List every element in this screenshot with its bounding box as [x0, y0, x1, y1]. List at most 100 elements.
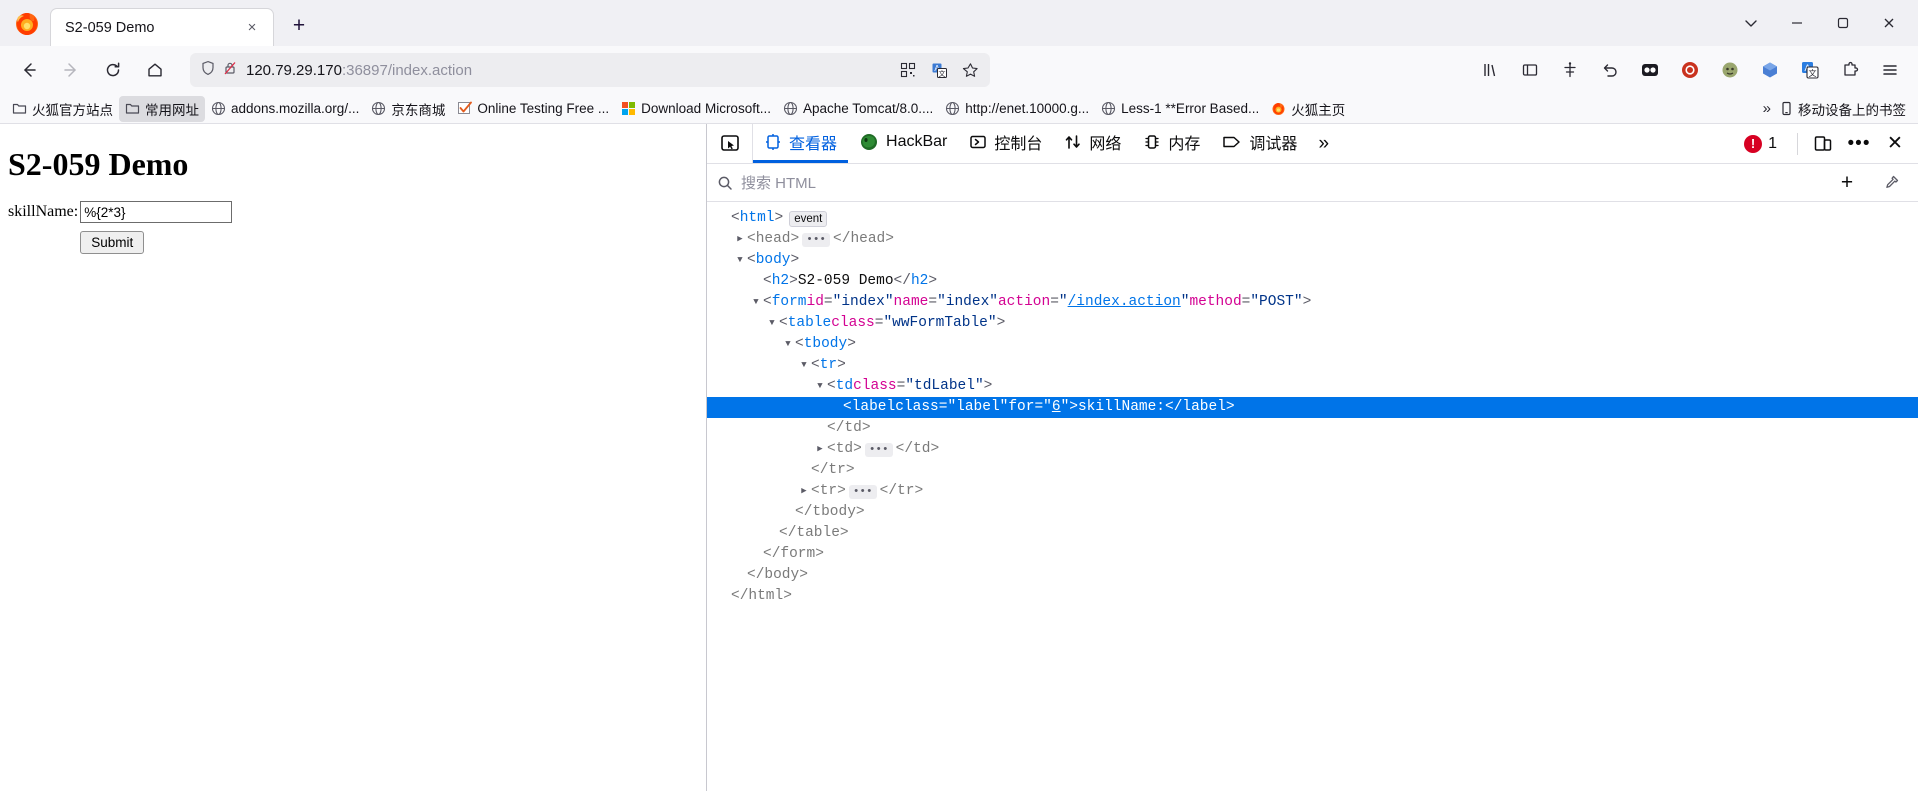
add-new-node-icon[interactable]: + — [1830, 166, 1864, 200]
twisty-collapsed-icon[interactable]: ▶ — [797, 481, 811, 502]
back-button-icon[interactable] — [12, 53, 46, 87]
tab-hackbar[interactable]: HackBar — [848, 124, 958, 163]
dom-node[interactable]: ▼ < form id = "index" name = "index" action = "/… — [707, 292, 1918, 313]
tab-memory-label: 内存 — [1168, 136, 1201, 153]
submit-button[interactable]: Submit — [80, 231, 145, 254]
bookmark-item[interactable]: 京东商城 — [365, 96, 451, 122]
extensions-icon[interactable] — [1833, 53, 1867, 87]
translate2-icon[interactable]: A文 — [1793, 53, 1827, 87]
dom-node-selected[interactable]: < label class = "label" for = "6" > skillName: <… — [707, 397, 1918, 418]
bookmark-item[interactable]: 火狐官方站点 — [6, 96, 119, 122]
shield-icon[interactable] — [200, 60, 216, 81]
container-icon[interactable] — [1553, 53, 1587, 87]
dom-node[interactable]: ▼ < td class = "tdLabel" > — [707, 376, 1918, 397]
adblock-icon[interactable] — [1673, 53, 1707, 87]
globe-icon — [211, 101, 226, 116]
tab-network-label: 网络 — [1089, 136, 1122, 153]
list-all-tabs-icon[interactable] — [1728, 2, 1774, 44]
dom-search-input[interactable]: 搜索 HTML — [741, 172, 1822, 193]
translate-icon[interactable]: A文 — [925, 56, 953, 84]
tab-debugger[interactable]: 调试器 — [1211, 124, 1308, 163]
library-icon[interactable] — [1473, 53, 1507, 87]
bookmark-item[interactable]: 火狐主页 — [1265, 96, 1351, 122]
dom-node[interactable]: </form > — [707, 544, 1918, 565]
dom-node[interactable]: </body > — [707, 565, 1918, 586]
dom-attr-value: "index" — [832, 294, 894, 310]
site-identity[interactable] — [200, 60, 238, 81]
twisty-expanded-icon[interactable]: ▼ — [749, 292, 763, 313]
devtools-tabs-overflow-icon[interactable]: » — [1308, 124, 1339, 163]
menu-icon[interactable] — [1873, 53, 1907, 87]
dom-tree[interactable]: < html > event ▶ < head > ••• </head > ▼ < body > < h2 > S… — [707, 202, 1918, 791]
dom-node[interactable]: < h2 > S2-059 Demo </h2 > — [707, 271, 1918, 292]
event-badge[interactable]: event — [789, 210, 828, 227]
devtools-meatball-menu-icon[interactable]: ••• — [1842, 127, 1876, 161]
twisty-expanded-icon[interactable]: ▼ — [797, 355, 811, 376]
forward-button-icon[interactable] — [54, 53, 88, 87]
twisty-collapsed-icon[interactable]: ▶ — [733, 229, 747, 250]
dom-node[interactable]: </td > — [707, 418, 1918, 439]
tab-close-icon[interactable]: × — [241, 17, 263, 39]
new-tab-button[interactable]: + — [284, 11, 314, 41]
dom-node[interactable]: ▶ < head > ••• </head > — [707, 229, 1918, 250]
close-window-icon[interactable] — [1866, 2, 1912, 44]
tab-console[interactable]: 控制台 — [958, 124, 1053, 163]
star-icon[interactable] — [956, 56, 984, 84]
dom-node[interactable]: ▶ < td > ••• </td > — [707, 439, 1918, 460]
dom-node[interactable]: ▼ < table class = "wwFormTable" > — [707, 313, 1918, 334]
bookmark-item[interactable]: Download Microsoft... — [615, 98, 777, 119]
undo-icon[interactable] — [1593, 53, 1627, 87]
dom-node[interactable]: ▼ < tr > — [707, 355, 1918, 376]
dom-search-bar[interactable]: 搜索 HTML + — [707, 164, 1918, 202]
url-text[interactable]: 120.79.29.170:36897/index.action — [246, 62, 894, 79]
twisty-collapsed-icon[interactable]: ▶ — [813, 439, 827, 460]
bookmark-item[interactable]: http://enet.10000.g... — [939, 98, 1095, 119]
browser-tab[interactable]: S2-059 Demo × — [50, 8, 274, 46]
monkey-icon[interactable] — [1713, 53, 1747, 87]
dom-node[interactable]: </html > — [707, 586, 1918, 607]
maximize-icon[interactable] — [1820, 2, 1866, 44]
home-button-icon[interactable] — [138, 53, 172, 87]
page-viewport: S2-059 Demo skillName: Submit — [0, 124, 707, 791]
url-bar[interactable]: 120.79.29.170:36897/index.action A文 — [190, 53, 990, 87]
devtools-close-icon[interactable]: ✕ — [1878, 127, 1912, 161]
reader-icon[interactable] — [1513, 53, 1547, 87]
twisty-expanded-icon[interactable]: ▼ — [733, 250, 747, 271]
expand-ellipsis-button[interactable]: ••• — [848, 484, 877, 499]
expand-ellipsis-button[interactable]: ••• — [864, 442, 893, 457]
tab-inspector[interactable]: 查看器 — [753, 124, 849, 163]
bookmark-mobile-folder[interactable]: 移动设备上的书签 — [1779, 99, 1912, 119]
responsive-design-mode-icon[interactable] — [1806, 127, 1840, 161]
dom-node[interactable]: </tbody > — [707, 502, 1918, 523]
twisty-expanded-icon[interactable]: ▼ — [765, 313, 779, 334]
hex-icon[interactable] — [1753, 53, 1787, 87]
bookmark-item[interactable]: Apache Tomcat/8.0.... — [777, 98, 939, 119]
element-picker-icon[interactable] — [707, 124, 753, 163]
bookmarks-overflow-icon[interactable]: » — [1755, 100, 1779, 117]
skillname-input[interactable] — [80, 201, 233, 223]
dom-node[interactable]: ▶ < tr > ••• </tr > — [707, 481, 1918, 502]
minimize-icon[interactable] — [1774, 2, 1820, 44]
bookmark-item[interactable]: addons.mozilla.org/... — [205, 98, 365, 119]
bookmark-item[interactable]: Online Testing Free ... — [451, 98, 615, 119]
dom-node[interactable]: </tr > — [707, 460, 1918, 481]
twisty-expanded-icon[interactable]: ▼ — [813, 376, 827, 397]
dom-node[interactable]: ▼ < tbody > — [707, 334, 1918, 355]
bookmark-item[interactable]: Less-1 **Error Based... — [1095, 98, 1265, 119]
dom-node[interactable]: </table > — [707, 523, 1918, 544]
error-count-indicator[interactable]: ! 1 — [1738, 134, 1789, 153]
insecure-lock-icon[interactable] — [222, 60, 238, 81]
twisty-expanded-icon[interactable]: ▼ — [781, 334, 795, 355]
tab-hackbar-label: HackBar — [886, 133, 948, 150]
expand-ellipsis-button[interactable]: ••• — [802, 232, 831, 247]
pocket-icon[interactable] — [1633, 53, 1667, 87]
dom-node[interactable]: ▼ < body > — [707, 250, 1918, 271]
bookmark-item[interactable]: 常用网址 — [119, 95, 205, 122]
tab-console-label: 控制台 — [994, 136, 1043, 153]
eyedropper-icon[interactable] — [1874, 166, 1908, 200]
dom-node[interactable]: < html > event — [707, 208, 1918, 229]
reload-button-icon[interactable] — [96, 53, 130, 87]
qr-icon[interactable] — [894, 56, 922, 84]
tab-network[interactable]: 网络 — [1053, 124, 1132, 163]
tab-memory[interactable]: 内存 — [1132, 124, 1211, 163]
